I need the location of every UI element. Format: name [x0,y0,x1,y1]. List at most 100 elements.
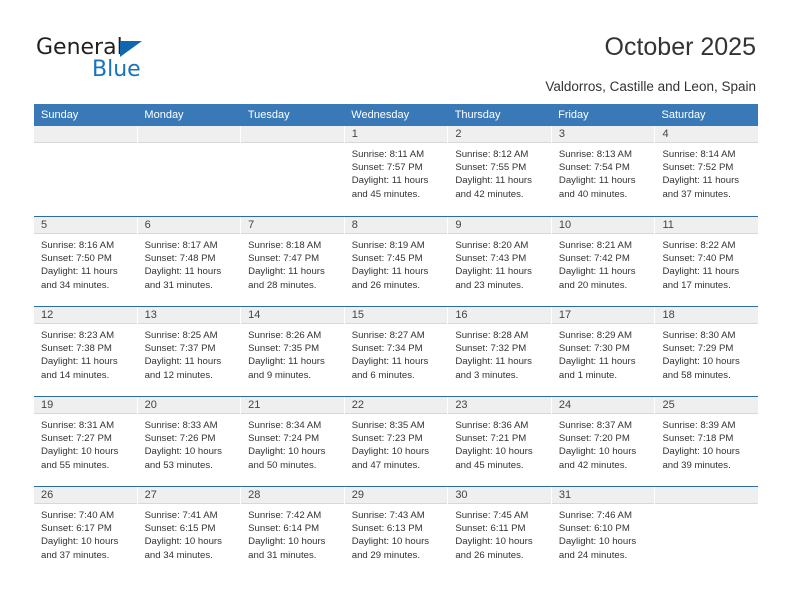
calendar-day-empty [34,126,138,216]
day-sun-info: Sunrise: 8:25 AM Sunset: 7:37 PM Daylight:… [138,324,241,382]
calendar-day-cell[interactable]: 27 Sunrise: 7:41 AM Sunset: 6:15 PM Dayligh… [137,487,242,576]
calendar-day-empty [137,126,242,216]
calendar-day-cell[interactable]: 6 Sunrise: 8:17 AM Sunset: 7:48 PM Daylight… [137,217,242,306]
sunrise-text: Sunrise: 8:17 AM [144,240,218,251]
day-sun-info: Sunrise: 8:35 AM Sunset: 7:23 PM Daylight:… [345,414,448,472]
sunrise-text: Sunrise: 8:22 AM [662,240,736,251]
calendar-day-cell[interactable]: 16 Sunrise: 8:28 AM Sunset: 7:32 PM Dayligh… [448,307,552,396]
calendar-day-cell[interactable]: 24 Sunrise: 8:37 AM Sunset: 7:20 PM Dayligh… [551,397,656,486]
sunset-text: Sunset: 7:35 PM [248,343,320,355]
sunset-text: Sunset: 7:30 PM [558,343,630,355]
day-number [241,126,344,143]
daylight-text-line2: and 58 minutes. [662,369,731,381]
sunrise-text: Sunrise: 8:35 AM [351,420,425,431]
calendar-day-cell[interactable]: 15 Sunrise: 8:27 AM Sunset: 7:34 PM Dayligh… [344,307,449,396]
logo-triangle-icon [120,41,142,57]
weekday-wednesday: Wednesday [351,109,410,121]
logo-text-blue: Blue [92,57,141,82]
day-number: 11 [655,217,759,234]
sunrise-text: Sunrise: 8:23 AM [41,330,115,341]
calendar-day-cell[interactable]: 5 Sunrise: 8:16 AM Sunset: 7:50 PM Daylight… [34,217,138,306]
calendar-day-cell[interactable]: 8 Sunrise: 8:19 AM Sunset: 7:45 PM Daylight… [344,217,449,306]
day-number: 25 [655,397,759,414]
daylight-text-line1: Daylight: 11 hours [351,175,429,187]
sunset-text: Sunset: 7:24 PM [248,433,320,445]
sunset-text: Sunset: 7:50 PM [41,253,112,265]
calendar-day-cell[interactable]: 1 Sunrise: 8:11 AM Sunset: 7:57 PM Daylight… [344,126,449,216]
calendar-day-cell[interactable]: 28 Sunrise: 7:42 AM Sunset: 6:14 PM Dayligh… [241,487,345,576]
sunrise-text: Sunrise: 8:36 AM [455,420,529,431]
day-number: 18 [655,307,759,324]
daylight-text-line2: and 31 minutes. [144,279,213,291]
calendar-day-cell[interactable]: 20 Sunrise: 8:33 AM Sunset: 7:26 PM Dayligh… [137,397,242,486]
sunset-text: Sunset: 6:10 PM [558,523,630,535]
page-subtitle: Valdorros, Castille and Leon, Spain [545,79,756,94]
day-number: 1 [344,126,448,143]
day-number: 8 [344,217,448,234]
daylight-text-line2: and 14 minutes. [41,369,110,381]
sunrise-text: Sunrise: 8:11 AM [351,149,425,160]
day-sun-info: Sunrise: 8:14 AM Sunset: 7:52 PM Daylight:… [655,143,758,201]
day-sun-info: Sunrise: 8:19 AM Sunset: 7:45 PM Daylight:… [345,234,448,292]
day-sun-info: Sunrise: 8:29 AM Sunset: 7:30 PM Daylight:… [552,324,655,382]
calendar-day-cell[interactable]: 4 Sunrise: 8:14 AM Sunset: 7:52 PM Daylight… [655,126,759,216]
sunset-text: Sunset: 7:37 PM [144,343,216,355]
calendar-day-cell[interactable]: 10 Sunrise: 8:21 AM Sunset: 7:42 PM Dayligh… [551,217,656,306]
page-header: General Blue October 2025 Valdorros, Cas… [0,0,792,100]
daylight-text-line2: and 26 minutes. [351,279,421,291]
daylight-text-line2: and 37 minutes. [662,188,731,200]
sunset-text: Sunset: 7:45 PM [351,253,423,265]
calendar-day-cell[interactable]: 30 Sunrise: 7:45 AM Sunset: 6:11 PM Dayligh… [448,487,552,576]
calendar-day-cell[interactable]: 2 Sunrise: 8:12 AM Sunset: 7:55 PM Daylight… [448,126,552,216]
day-sun-info: Sunrise: 8:37 AM Sunset: 7:20 PM Daylight:… [552,414,655,472]
calendar-day-cell[interactable]: 7 Sunrise: 8:18 AM Sunset: 7:47 PM Daylight… [241,217,345,306]
daylight-text-line1: Daylight: 10 hours [662,446,740,458]
daylight-text-line2: and 17 minutes. [662,279,731,291]
calendar-day-cell[interactable]: 19 Sunrise: 8:31 AM Sunset: 7:27 PM Dayligh… [34,397,138,486]
day-sun-info: Sunrise: 8:18 AM Sunset: 7:47 PM Daylight:… [241,234,344,292]
calendar-day-cell[interactable]: 21 Sunrise: 8:34 AM Sunset: 7:24 PM Dayligh… [241,397,345,486]
calendar-day-cell[interactable]: 11 Sunrise: 8:22 AM Sunset: 7:40 PM Dayligh… [655,217,759,306]
calendar-day-cell[interactable]: 14 Sunrise: 8:26 AM Sunset: 7:35 PM Dayligh… [241,307,345,396]
daylight-text-line1: Daylight: 10 hours [455,536,533,548]
calendar-day-cell[interactable]: 13 Sunrise: 8:25 AM Sunset: 7:37 PM Dayligh… [137,307,242,396]
day-sun-info: Sunrise: 8:16 AM Sunset: 7:50 PM Daylight:… [34,234,137,292]
calendar-day-cell[interactable]: 3 Sunrise: 8:13 AM Sunset: 7:54 PM Daylight… [551,126,656,216]
day-sun-info: Sunrise: 8:13 AM Sunset: 7:54 PM Daylight:… [552,143,655,201]
calendar-day-cell[interactable]: 18 Sunrise: 8:30 AM Sunset: 7:29 PM Dayligh… [655,307,759,396]
day-sun-info: Sunrise: 8:12 AM Sunset: 7:55 PM Daylight:… [448,143,551,201]
sunrise-text: Sunrise: 8:18 AM [248,240,322,251]
daylight-text-line2: and 24 minutes. [558,549,628,561]
day-sun-info: Sunrise: 8:27 AM Sunset: 7:34 PM Daylight:… [345,324,448,382]
calendar-day-cell[interactable]: 12 Sunrise: 8:23 AM Sunset: 7:38 PM Dayligh… [34,307,138,396]
daylight-text-line2: and 23 minutes. [455,279,524,291]
sunset-text: Sunset: 7:29 PM [662,343,734,355]
calendar-day-cell[interactable]: 26 Sunrise: 7:40 AM Sunset: 6:17 PM Dayligh… [34,487,138,576]
calendar-day-cell[interactable]: 17 Sunrise: 8:29 AM Sunset: 7:30 PM Dayligh… [551,307,656,396]
day-sun-info: Sunrise: 8:36 AM Sunset: 7:21 PM Daylight:… [448,414,551,472]
day-number: 29 [344,487,448,504]
calendar-day-cell[interactable]: 9 Sunrise: 8:20 AM Sunset: 7:43 PM Daylight… [448,217,552,306]
weekday-thursday: Thursday [454,109,501,121]
daylight-text-line1: Daylight: 11 hours [41,356,118,368]
calendar-day-cell[interactable]: 22 Sunrise: 8:35 AM Sunset: 7:23 PM Dayligh… [344,397,449,486]
sunset-text: Sunset: 7:47 PM [248,253,320,265]
sunset-text: Sunset: 7:20 PM [558,433,630,445]
daylight-text-line2: and 9 minutes. [248,369,312,381]
day-sun-info: Sunrise: 8:33 AM Sunset: 7:26 PM Daylight:… [138,414,241,472]
calendar-day-cell[interactable]: 25 Sunrise: 8:39 AM Sunset: 7:18 PM Dayligh… [655,397,759,486]
daylight-text-line2: and 39 minutes. [662,459,731,471]
day-number: 22 [344,397,448,414]
calendar-day-cell[interactable]: 29 Sunrise: 7:43 AM Sunset: 6:13 PM Dayligh… [344,487,449,576]
calendar-day-cell[interactable]: 31 Sunrise: 7:46 AM Sunset: 6:10 PM Dayligh… [551,487,656,576]
sunset-text: Sunset: 7:54 PM [558,162,630,174]
day-number [34,126,137,143]
calendar-week-row: 5 Sunrise: 8:16 AM Sunset: 7:50 PM Daylight… [34,216,759,306]
daylight-text-line1: Daylight: 11 hours [455,266,532,278]
sunset-text: Sunset: 7:48 PM [144,253,216,265]
day-sun-info: Sunrise: 8:31 AM Sunset: 7:27 PM Daylight:… [34,414,137,472]
calendar-day-cell[interactable]: 23 Sunrise: 8:36 AM Sunset: 7:21 PM Dayligh… [448,397,552,486]
sunrise-text: Sunrise: 8:34 AM [248,420,322,431]
daylight-text-line1: Daylight: 10 hours [455,446,533,458]
sunrise-text: Sunrise: 7:40 AM [41,510,115,521]
